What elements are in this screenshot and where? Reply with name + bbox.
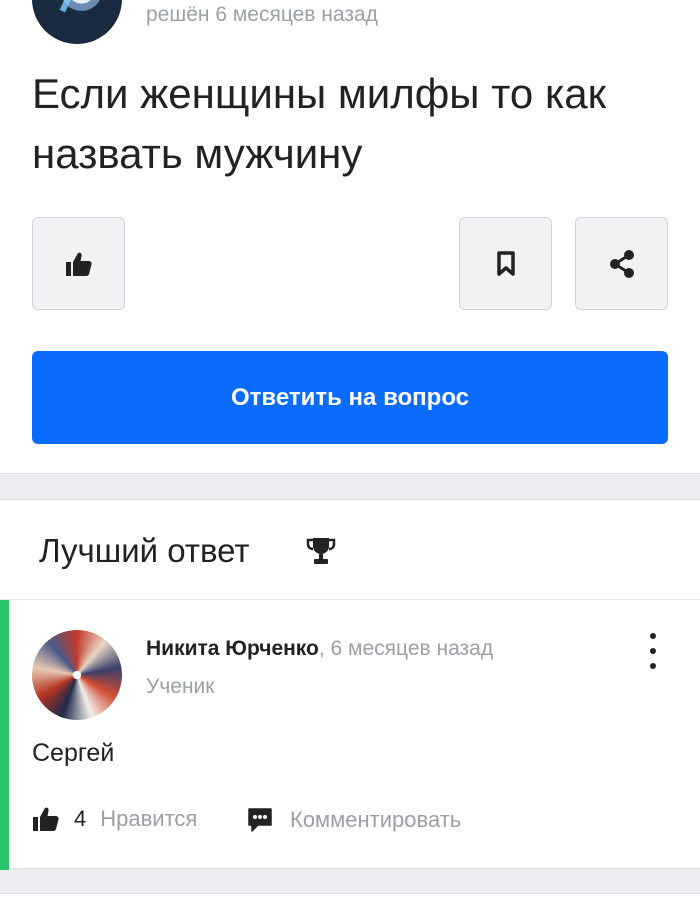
- like-question-button[interactable]: [32, 217, 125, 310]
- comment-label: Комментировать: [290, 807, 462, 832]
- comment-icon: [248, 808, 272, 832]
- asker-avatar[interactable]: [32, 0, 122, 44]
- answer-author-line: Никита Юрченко, 6 месяцев назад: [146, 637, 493, 661]
- question-card: решён 6 месяцев назад Если женщины милфы…: [0, 0, 700, 474]
- answer-question-button[interactable]: Ответить на вопрос: [32, 351, 668, 444]
- bookmark-button[interactable]: [459, 217, 552, 310]
- more-vertical-icon: [650, 633, 656, 639]
- thumbs-up-icon: [65, 252, 92, 276]
- answer-text: Сергей: [32, 739, 115, 767]
- trophy-icon: [306, 538, 336, 564]
- answer-time-separator: ,: [318, 637, 331, 660]
- like-answer-button[interactable]: 4 Нравится: [32, 806, 197, 832]
- like-count: 4: [74, 806, 87, 831]
- thumbs-up-icon: [33, 807, 59, 831]
- best-answer-heading: Лучший ответ: [39, 532, 250, 569]
- answer-author-avatar[interactable]: [32, 630, 122, 720]
- divider: [0, 599, 700, 600]
- answer-author-name[interactable]: Никита Юрченко: [146, 637, 319, 660]
- share-button[interactable]: [575, 217, 668, 310]
- best-answer-marker: [0, 600, 9, 870]
- author-rank: Ученик: [146, 675, 215, 698]
- bookmark-icon: [496, 250, 515, 276]
- question-title: Если женщины милфы то как назвать мужчин…: [32, 70, 606, 177]
- answer-time: 6 месяцев назад: [330, 637, 494, 660]
- share-icon: [609, 249, 634, 278]
- solved-meta: решён 6 месяцев назад: [146, 3, 378, 26]
- like-label: Нравится: [100, 806, 198, 831]
- comment-button[interactable]: Комментировать: [246, 806, 461, 834]
- best-answer-card: Лучший ответ Никита Юрченко, 6 месяцев н…: [0, 499, 700, 870]
- next-card: [0, 893, 700, 898]
- more-options-button[interactable]: [640, 633, 666, 669]
